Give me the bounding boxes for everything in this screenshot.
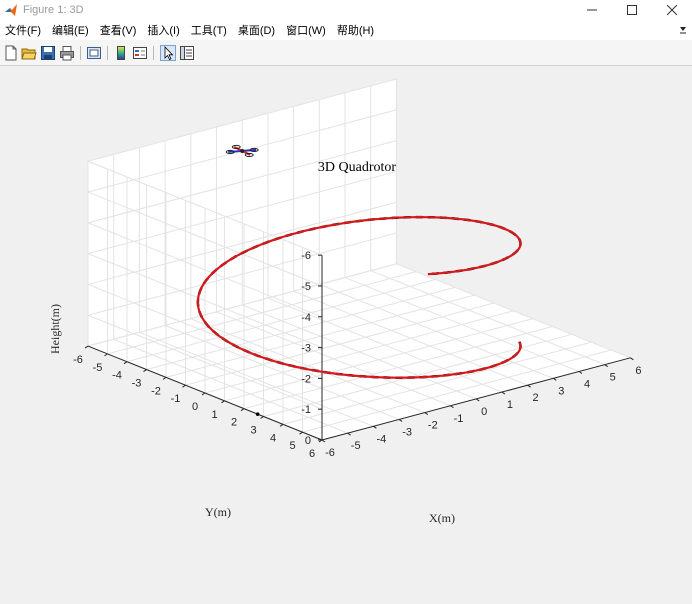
x-tick-label: 3 [558,385,564,397]
y-tick-label: -2 [151,385,161,397]
x-tick-label: -2 [428,420,438,432]
x-tick-label: -1 [454,413,464,425]
x-tick-mark [501,391,506,395]
x-tick-label: 6 [635,365,641,377]
x-tick-mark [450,405,454,409]
y-tick-mark [104,353,108,357]
y-tick-mark [221,400,225,404]
x-tick-label: 1 [507,399,513,411]
y-tick-label: 5 [289,440,295,452]
z-axis-label: Height(m) [48,304,62,354]
minimize-button[interactable] [572,0,612,20]
menu-insert[interactable]: 插入(I) [142,22,185,38]
z-tick-label: -3 [301,343,311,355]
y-tick-label: -5 [93,362,103,374]
y-tick-mark [299,431,303,435]
x-axis-label: X(m) [429,511,455,525]
print-preview-icon[interactable] [86,45,102,61]
z-tick-label: -6 [301,250,311,262]
dock-arrow-icon[interactable] [678,24,688,36]
menu-file[interactable]: 文件(F) [0,22,47,38]
y-tick-mark [240,408,245,412]
legend-icon[interactable] [132,45,148,61]
y-tick-label: 1 [211,409,217,421]
y-tick-label: 0 [192,401,198,413]
y-tick-label: -6 [73,354,83,366]
y-tick-label: 2 [231,417,237,429]
menu-tools[interactable]: 工具(T) [186,22,233,38]
open-file-icon[interactable] [21,45,37,61]
plot-title: 3D Quadrotor [318,160,396,175]
minimize-icon [587,9,597,11]
quadrotor-body [240,148,245,153]
maximize-button[interactable] [612,0,652,20]
y-tick-mark [260,416,264,419]
window-titlebar: Figure 1: 3D [0,0,692,20]
axes-grid [87,78,631,441]
x-tick-label: -5 [351,440,361,452]
x-tick-label: 5 [610,372,616,384]
y-tick-mark [182,384,186,388]
x-tick-mark [321,439,326,443]
y-tick-mark [279,423,284,427]
x-tick-mark [578,371,583,374]
x-tick-mark [604,364,608,368]
colorbar-icon[interactable] [113,45,129,61]
z-tick-label: -4 [301,312,311,324]
menu-desktop[interactable]: 桌面(D) [233,22,281,38]
y-tick-label: 3 [250,425,256,437]
save-icon[interactable] [40,45,56,61]
x-tick-label: -6 [325,447,335,459]
window-title: Figure 1: 3D [23,4,84,16]
x-tick-mark [475,398,480,402]
x-tick-label: 2 [533,392,539,404]
menu-window[interactable]: 窗口(W) [281,22,332,38]
x-tick-mark [398,419,403,422]
y-tick-label: 4 [270,432,276,444]
menu-view[interactable]: 查看(V) [95,22,143,38]
y-tick-mark [162,376,167,380]
z-tick-label: -5 [301,281,311,293]
toolbar-separator [107,46,108,60]
y-tick-mark [123,361,128,365]
y-tick-mark [201,392,206,396]
3d-axes[interactable]: -6-5-4-3-2-10123456-6-5-4-3-2-101234560-… [0,67,692,604]
y-tick-label: -3 [132,378,142,390]
z-tick-label: 0 [305,435,311,447]
print-icon[interactable] [59,45,75,61]
y-tick-label: 6 [309,448,315,460]
property-editor-icon[interactable] [179,45,195,61]
z-tick-label: -1 [301,404,311,416]
y-tick-label: -1 [171,393,181,405]
x-tick-label: -3 [402,426,412,438]
toolbar-separator [153,46,154,60]
x-tick-mark [630,357,634,361]
y-tick-label: -4 [112,370,122,382]
x-tick-mark [553,377,557,381]
y-tick-mark [84,345,89,349]
x-tick-label: -4 [377,433,387,445]
menu-edit[interactable]: 编辑(E) [47,22,95,38]
new-figure-icon[interactable] [3,45,19,61]
x-tick-mark [373,425,377,429]
x-tick-mark [424,412,429,416]
x-tick-mark [347,432,351,436]
matlab-logo-icon [5,4,17,16]
y-tick-mark [143,369,147,372]
z-tick-label: -2 [301,373,311,385]
menu-help[interactable]: 帮助(H) [332,22,380,38]
edit-plot-arrow-icon[interactable] [160,45,176,61]
maximize-icon [627,5,637,15]
figure-canvas[interactable]: -6 -5 -4 -3 -2 -1 0 1 2 3 4 5 6 -6 -5 -4 -3 -2 -1 0 1 2 3 4 5 6 0-… [0,67,692,604]
close-button[interactable] [652,0,692,20]
marker-point [255,412,260,416]
close-icon [667,5,677,15]
figure-toolbar [0,40,692,66]
x-tick-mark [527,384,531,388]
x-tick-label: 4 [584,379,590,391]
x-tick-label: 0 [481,406,487,418]
menu-bar: 文件(F) 编辑(E) 查看(V) 插入(I) 工具(T) 桌面(D) 窗口(W… [0,20,692,40]
toolbar-separator [80,46,81,60]
y-axis-label: Y(m) [205,505,231,519]
